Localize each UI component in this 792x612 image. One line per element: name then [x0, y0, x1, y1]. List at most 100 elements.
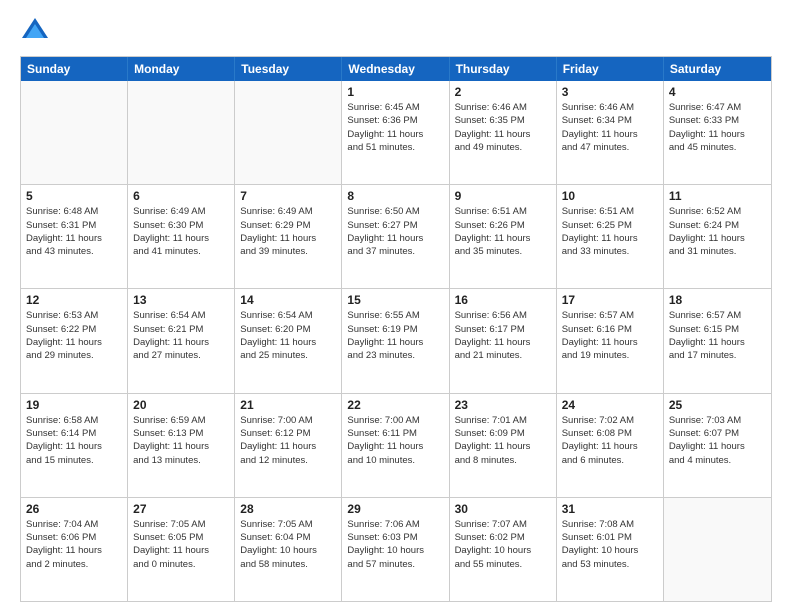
calendar-cell: 10 Sunrise: 6:51 AM Sunset: 6:25 PM Dayli… — [557, 185, 664, 288]
day-info: Sunrise: 6:54 AM Sunset: 6:21 PM Dayligh… — [133, 309, 229, 362]
calendar-cell: 4Sunrise: 6:47 AM Sunset: 6:33 PM Daylig… — [664, 81, 771, 184]
day-number: 9 — [455, 189, 551, 203]
day-info: Sunrise: 6:48 AM Sunset: 6:31 PM Dayligh… — [26, 205, 122, 258]
calendar-cell: 1 Sunrise: 6:45 AM Sunset: 6:36 PM Daylig… — [342, 81, 449, 184]
calendar-cell: 18 Sunrise: 6:57 AM Sunset: 6:15 PM Dayli… — [664, 289, 771, 392]
day-info: Sunrise: 6:45 AM Sunset: 6:36 PM Dayligh… — [347, 101, 443, 154]
header-cell-friday: Friday — [557, 57, 664, 81]
calendar-cell: 16 Sunrise: 6:56 AM Sunset: 6:17 PM Dayli… — [450, 289, 557, 392]
day-info: Sunrise: 6:57 AM Sunset: 6:15 PM Dayligh… — [669, 309, 766, 362]
day-info: Sunrise: 7:06 AM Sunset: 6:03 PM Dayligh… — [347, 518, 443, 571]
day-number: 22 — [347, 398, 443, 412]
calendar-cell: 30 Sunrise: 7:07 AM Sunset: 6:02 PM Dayli… — [450, 498, 557, 601]
calendar-cell: 5 Sunrise: 6:48 AM Sunset: 6:31 PM Daylig… — [21, 185, 128, 288]
calendar-cell: 29Sunrise: 7:06 AM Sunset: 6:03 PM Dayli… — [342, 498, 449, 601]
logo-icon — [20, 16, 50, 46]
header-cell-thursday: Thursday — [450, 57, 557, 81]
day-info: Sunrise: 6:51 AM Sunset: 6:25 PM Dayligh… — [562, 205, 658, 258]
day-info: Sunrise: 6:46 AM Sunset: 6:35 PM Dayligh… — [455, 101, 551, 154]
calendar-header: SundayMondayTuesdayWednesdayThursdayFrid… — [21, 57, 771, 81]
page: SundayMondayTuesdayWednesdayThursdayFrid… — [0, 0, 792, 612]
day-number: 18 — [669, 293, 766, 307]
day-info: Sunrise: 6:53 AM Sunset: 6:22 PM Dayligh… — [26, 309, 122, 362]
calendar-cell: 21 Sunrise: 7:00 AM Sunset: 6:12 PM Dayli… — [235, 394, 342, 497]
calendar-cell: 22Sunrise: 7:00 AM Sunset: 6:11 PM Dayli… — [342, 394, 449, 497]
calendar-body: 1 Sunrise: 6:45 AM Sunset: 6:36 PM Daylig… — [21, 81, 771, 601]
day-number: 24 — [562, 398, 658, 412]
day-number: 23 — [455, 398, 551, 412]
day-number: 5 — [26, 189, 122, 203]
header-cell-saturday: Saturday — [664, 57, 771, 81]
day-info: Sunrise: 7:00 AM Sunset: 6:12 PM Dayligh… — [240, 414, 336, 467]
day-number: 20 — [133, 398, 229, 412]
calendar-row-3: 12 Sunrise: 6:53 AM Sunset: 6:22 PM Dayli… — [21, 289, 771, 393]
day-number: 25 — [669, 398, 766, 412]
day-info: Sunrise: 6:56 AM Sunset: 6:17 PM Dayligh… — [455, 309, 551, 362]
calendar-cell: 6 Sunrise: 6:49 AM Sunset: 6:30 PM Daylig… — [128, 185, 235, 288]
calendar-cell: 2 Sunrise: 6:46 AM Sunset: 6:35 PM Daylig… — [450, 81, 557, 184]
day-info: Sunrise: 6:54 AM Sunset: 6:20 PM Dayligh… — [240, 309, 336, 362]
calendar-cell: 27 Sunrise: 7:05 AM Sunset: 6:05 PM Dayli… — [128, 498, 235, 601]
header — [20, 16, 772, 46]
calendar-cell: 15 Sunrise: 6:55 AM Sunset: 6:19 PM Dayli… — [342, 289, 449, 392]
calendar-cell: 19 Sunrise: 6:58 AM Sunset: 6:14 PM Dayli… — [21, 394, 128, 497]
day-info: Sunrise: 7:07 AM Sunset: 6:02 PM Dayligh… — [455, 518, 551, 571]
day-number: 13 — [133, 293, 229, 307]
day-number: 4 — [669, 85, 766, 99]
day-number: 15 — [347, 293, 443, 307]
day-info: Sunrise: 6:59 AM Sunset: 6:13 PM Dayligh… — [133, 414, 229, 467]
day-info: Sunrise: 6:46 AM Sunset: 6:34 PM Dayligh… — [562, 101, 658, 154]
calendar-cell: 3 Sunrise: 6:46 AM Sunset: 6:34 PM Daylig… — [557, 81, 664, 184]
day-number: 12 — [26, 293, 122, 307]
calendar-cell: 13 Sunrise: 6:54 AM Sunset: 6:21 PM Dayli… — [128, 289, 235, 392]
calendar-cell: 20 Sunrise: 6:59 AM Sunset: 6:13 PM Dayli… — [128, 394, 235, 497]
day-number: 6 — [133, 189, 229, 203]
day-info: Sunrise: 6:55 AM Sunset: 6:19 PM Dayligh… — [347, 309, 443, 362]
calendar: SundayMondayTuesdayWednesdayThursdayFrid… — [20, 56, 772, 602]
calendar-cell — [21, 81, 128, 184]
day-number: 19 — [26, 398, 122, 412]
day-number: 2 — [455, 85, 551, 99]
day-info: Sunrise: 7:05 AM Sunset: 6:05 PM Dayligh… — [133, 518, 229, 571]
day-number: 26 — [26, 502, 122, 516]
header-cell-tuesday: Tuesday — [235, 57, 342, 81]
day-number: 8 — [347, 189, 443, 203]
calendar-cell: 23Sunrise: 7:01 AM Sunset: 6:09 PM Dayli… — [450, 394, 557, 497]
calendar-cell: 11 Sunrise: 6:52 AM Sunset: 6:24 PM Dayli… — [664, 185, 771, 288]
calendar-row-4: 19 Sunrise: 6:58 AM Sunset: 6:14 PM Dayli… — [21, 394, 771, 498]
calendar-cell — [128, 81, 235, 184]
day-number: 1 — [347, 85, 443, 99]
day-info: Sunrise: 7:08 AM Sunset: 6:01 PM Dayligh… — [562, 518, 658, 571]
day-number: 11 — [669, 189, 766, 203]
day-number: 10 — [562, 189, 658, 203]
day-number: 28 — [240, 502, 336, 516]
calendar-cell — [664, 498, 771, 601]
day-info: Sunrise: 6:57 AM Sunset: 6:16 PM Dayligh… — [562, 309, 658, 362]
day-info: Sunrise: 6:49 AM Sunset: 6:30 PM Dayligh… — [133, 205, 229, 258]
calendar-cell: 7Sunrise: 6:49 AM Sunset: 6:29 PM Daylig… — [235, 185, 342, 288]
day-number: 21 — [240, 398, 336, 412]
calendar-row-5: 26Sunrise: 7:04 AM Sunset: 6:06 PM Dayli… — [21, 498, 771, 601]
day-info: Sunrise: 6:52 AM Sunset: 6:24 PM Dayligh… — [669, 205, 766, 258]
day-number: 16 — [455, 293, 551, 307]
logo — [20, 16, 56, 46]
day-number: 27 — [133, 502, 229, 516]
day-info: Sunrise: 6:50 AM Sunset: 6:27 PM Dayligh… — [347, 205, 443, 258]
calendar-row-2: 5 Sunrise: 6:48 AM Sunset: 6:31 PM Daylig… — [21, 185, 771, 289]
calendar-cell: 25 Sunrise: 7:03 AM Sunset: 6:07 PM Dayli… — [664, 394, 771, 497]
day-number: 7 — [240, 189, 336, 203]
calendar-cell: 8 Sunrise: 6:50 AM Sunset: 6:27 PM Daylig… — [342, 185, 449, 288]
day-info: Sunrise: 6:58 AM Sunset: 6:14 PM Dayligh… — [26, 414, 122, 467]
calendar-cell: 17Sunrise: 6:57 AM Sunset: 6:16 PM Dayli… — [557, 289, 664, 392]
calendar-cell: 31Sunrise: 7:08 AM Sunset: 6:01 PM Dayli… — [557, 498, 664, 601]
calendar-row-1: 1 Sunrise: 6:45 AM Sunset: 6:36 PM Daylig… — [21, 81, 771, 185]
day-number: 3 — [562, 85, 658, 99]
header-cell-monday: Monday — [128, 57, 235, 81]
day-info: Sunrise: 7:03 AM Sunset: 6:07 PM Dayligh… — [669, 414, 766, 467]
day-number: 30 — [455, 502, 551, 516]
calendar-cell: 12 Sunrise: 6:53 AM Sunset: 6:22 PM Dayli… — [21, 289, 128, 392]
day-info: Sunrise: 7:02 AM Sunset: 6:08 PM Dayligh… — [562, 414, 658, 467]
day-info: Sunrise: 7:05 AM Sunset: 6:04 PM Dayligh… — [240, 518, 336, 571]
calendar-cell: 9Sunrise: 6:51 AM Sunset: 6:26 PM Daylig… — [450, 185, 557, 288]
calendar-cell: 24 Sunrise: 7:02 AM Sunset: 6:08 PM Dayli… — [557, 394, 664, 497]
